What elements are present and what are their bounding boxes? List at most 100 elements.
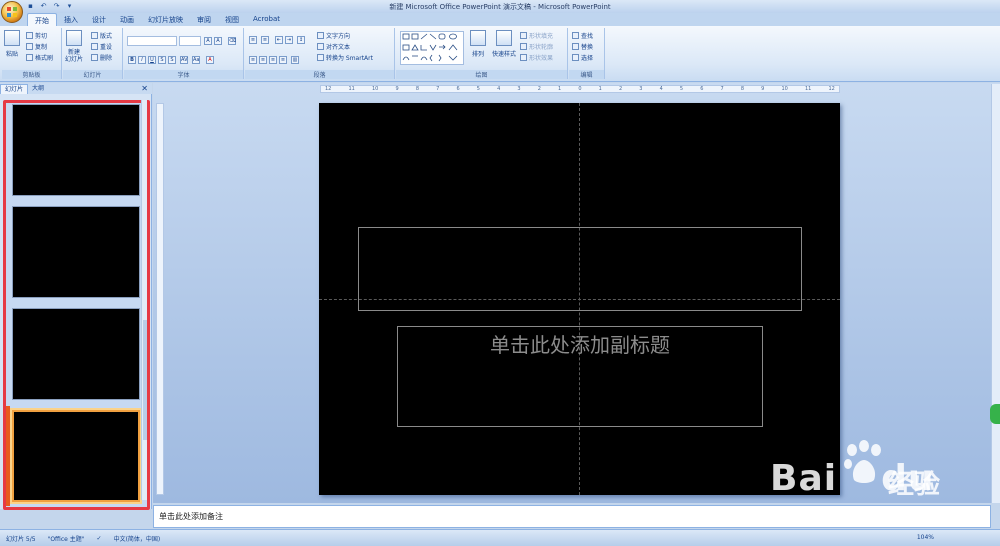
delete-button[interactable]: 删除 xyxy=(91,53,112,62)
outline-icon xyxy=(520,43,527,50)
reset-button[interactable]: 重设 xyxy=(91,42,112,51)
slide-thumbnail[interactable] xyxy=(12,206,140,298)
redo-icon[interactable]: ↷ xyxy=(52,2,61,10)
underline-icon[interactable]: U xyxy=(148,56,156,64)
tab-insert[interactable]: 插入 xyxy=(57,13,85,26)
decrease-indent-icon[interactable]: ⇤ xyxy=(275,36,283,44)
reset-icon xyxy=(91,43,98,50)
fill-icon xyxy=(520,32,527,39)
horizontal-ruler: 12 11 10 9 8 7 6 5 4 3 2 1 0 1 2 3 4 5 6 7 8 9 10 11 12 xyxy=(320,85,840,93)
numbering-icon[interactable]: ≡ xyxy=(261,36,269,44)
tab-design[interactable]: 设计 xyxy=(85,13,113,26)
smartart-button[interactable]: 转换为 SmartArt xyxy=(317,53,373,62)
font-color-icon[interactable]: A xyxy=(206,56,214,64)
bold-icon[interactable]: B xyxy=(128,56,136,64)
shadow-icon[interactable]: S xyxy=(168,56,176,64)
tab-slides[interactable]: 幻灯片 xyxy=(0,83,29,94)
font-family-select[interactable] xyxy=(127,36,177,46)
replace-icon xyxy=(572,43,579,50)
text-direction-icon xyxy=(317,32,324,39)
select-icon xyxy=(572,54,579,61)
shape-outline-button[interactable]: 形状轮廓 xyxy=(520,42,553,51)
quick-styles-button[interactable]: 快速样式 xyxy=(492,30,516,58)
format-painter-button[interactable]: 格式刷 xyxy=(26,53,53,62)
replace-button[interactable]: 替换 xyxy=(572,42,593,51)
customize-qat-icon[interactable]: ▾ xyxy=(65,2,74,10)
title-bar: 新建 Microsoft Office PowerPoint 演示文稿 - Mi… xyxy=(0,0,1000,13)
align-left-icon[interactable]: ≡ xyxy=(249,56,257,64)
copy-icon xyxy=(26,43,33,50)
shape-effects-button[interactable]: 形状效果 xyxy=(520,53,553,62)
tab-slideshow[interactable]: 幻灯片放映 xyxy=(141,13,190,26)
shrink-font-icon[interactable]: A xyxy=(214,37,222,45)
save-icon[interactable]: ▪ xyxy=(26,2,35,10)
notes-pane[interactable]: 单击此处添加备注 xyxy=(153,505,991,528)
selection-marker xyxy=(6,406,10,506)
char-spacing-icon[interactable]: AV xyxy=(180,56,188,64)
workspace-scrollbar[interactable] xyxy=(991,84,1000,503)
shape-fill-button[interactable]: 形状填充 xyxy=(520,31,553,40)
clear-format-icon[interactable]: ⌫ xyxy=(228,37,236,45)
panel-scrollbar[interactable] xyxy=(141,100,147,500)
close-icon[interactable]: ✕ xyxy=(141,84,148,93)
arrange-button[interactable]: 排列 xyxy=(470,30,486,58)
select-button[interactable]: 选择 xyxy=(572,53,593,62)
layout-icon xyxy=(91,32,98,39)
spellcheck-icon[interactable]: ✓ xyxy=(91,535,108,542)
undo-icon[interactable]: ↶ xyxy=(39,2,48,10)
align-center-icon[interactable]: ≡ xyxy=(259,56,267,64)
tab-review[interactable]: 审阅 xyxy=(190,13,218,26)
font-label: 字体 xyxy=(124,70,243,79)
slide-thumbnail-selected[interactable] xyxy=(12,410,140,502)
paste-button[interactable]: 粘贴 xyxy=(4,30,20,58)
font-size-select[interactable] xyxy=(179,36,201,46)
align-text-icon xyxy=(317,43,324,50)
slide-thumbnail[interactable] xyxy=(12,104,140,196)
tab-animations[interactable]: 动画 xyxy=(113,13,141,26)
office-button[interactable] xyxy=(1,1,23,23)
cut-button[interactable]: 剪切 xyxy=(26,31,47,40)
slide-thumbnail[interactable] xyxy=(12,308,140,400)
quick-access-toolbar: ▪ ↶ ↷ ▾ xyxy=(26,2,74,10)
paragraph-label: 段落 xyxy=(245,70,394,79)
effects-icon xyxy=(520,54,527,61)
zoom-level[interactable]: 104% xyxy=(911,534,940,541)
slide-canvas[interactable]: 单击此处添加副标题 xyxy=(319,103,840,495)
ribbon-tabs: 开始 插入 设计 动画 幻灯片放映 审阅 视图 Acrobat xyxy=(0,13,1000,26)
notes-placeholder: 单击此处添加备注 xyxy=(159,512,223,521)
title-placeholder[interactable] xyxy=(358,227,802,311)
tab-acrobat[interactable]: Acrobat xyxy=(246,13,287,26)
office-logo-icon xyxy=(7,7,17,17)
tab-home[interactable]: 开始 xyxy=(27,13,57,26)
text-direction-button[interactable]: 文字方向 xyxy=(317,31,350,40)
justify-icon[interactable]: ≡ xyxy=(279,56,287,64)
tab-outline[interactable]: 大纲 xyxy=(28,84,48,94)
slides-panel: 幻灯片 大纲 ✕ xyxy=(0,83,152,510)
side-widget-badge[interactable] xyxy=(990,404,1000,424)
subtitle-placeholder[interactable]: 单击此处添加副标题 xyxy=(397,326,763,427)
slide-counter: 幻灯片 5/5 xyxy=(6,535,36,543)
columns-icon[interactable]: ▥ xyxy=(291,56,299,64)
italic-icon[interactable]: I xyxy=(138,56,146,64)
tab-view[interactable]: 视图 xyxy=(218,13,246,26)
theme-name: "Office 主题" xyxy=(47,535,85,543)
bullets-icon[interactable]: ≡ xyxy=(249,36,257,44)
align-text-button[interactable]: 对齐文本 xyxy=(317,42,350,51)
brush-icon xyxy=(26,54,33,61)
scroll-thumb[interactable] xyxy=(143,320,147,440)
layout-button[interactable]: 版式 xyxy=(91,31,112,40)
status-bar: 幻灯片 5/5 "Office 主题" ✓ 中文(简体，中国) 104% xyxy=(0,529,1000,546)
change-case-icon[interactable]: Aa xyxy=(192,56,200,64)
find-button[interactable]: 查找 xyxy=(572,31,593,40)
line-spacing-icon[interactable]: ↕ xyxy=(297,36,305,44)
window-title: 新建 Microsoft Office PowerPoint 演示文稿 - Mi… xyxy=(389,3,611,11)
grow-font-icon[interactable]: A xyxy=(204,37,212,45)
new-slide-button[interactable]: 新建 幻灯片 xyxy=(65,30,83,63)
copy-button[interactable]: 复制 xyxy=(26,42,47,51)
increase-indent-icon[interactable]: ⇥ xyxy=(285,36,293,44)
quick-styles-icon xyxy=(496,30,512,46)
strikethrough-icon[interactable]: S xyxy=(158,56,166,64)
align-right-icon[interactable]: ≡ xyxy=(269,56,277,64)
shapes-gallery[interactable] xyxy=(400,31,464,65)
language: 中文(简体，中国) xyxy=(113,535,161,543)
